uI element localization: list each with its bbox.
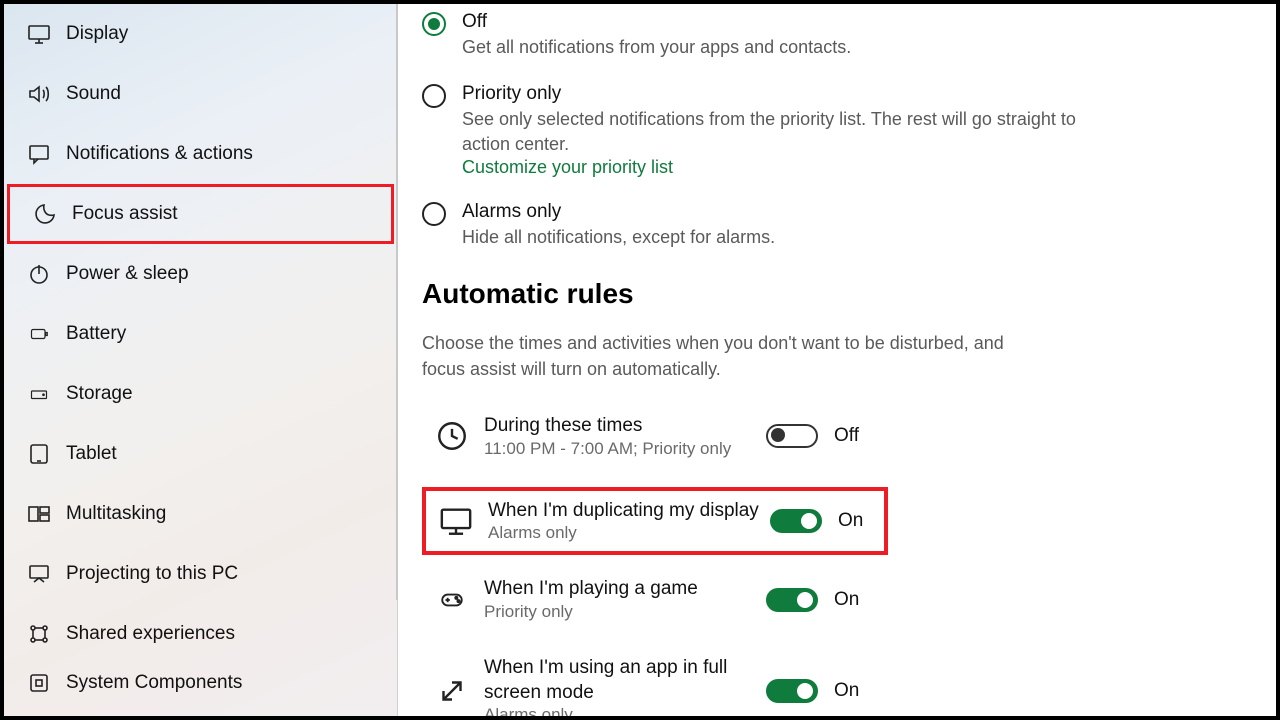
- monitor-icon: [26, 21, 52, 47]
- sidebar-item-shared-experiences[interactable]: Shared experiences: [4, 604, 397, 664]
- sidebar-item-focus-assist[interactable]: Focus assist: [7, 184, 394, 244]
- sidebar-item-tablet[interactable]: Tablet: [4, 424, 397, 484]
- automatic-rules-desc: Choose the times and activities when you…: [422, 330, 1022, 382]
- sidebar-item-label: Display: [66, 23, 128, 45]
- rule-duplicating-display[interactable]: When I'm duplicating my display Alarms o…: [432, 499, 878, 544]
- toggle-state-label: On: [838, 510, 863, 532]
- toggle-duplicating-display[interactable]: [770, 509, 822, 533]
- radio-selected-icon: [422, 12, 446, 36]
- moon-icon: [32, 201, 58, 227]
- toggle-state-label: On: [834, 589, 859, 611]
- rule-playing-game[interactable]: When I'm playing a game Priority only On: [422, 571, 1252, 628]
- storage-icon: [26, 381, 52, 407]
- sidebar-item-power-sleep[interactable]: Power & sleep: [4, 244, 397, 304]
- sidebar-item-multitasking[interactable]: Multitasking: [4, 484, 397, 544]
- rule-during-these-times[interactable]: During these times 11:00 PM - 7:00 AM; P…: [422, 408, 1252, 465]
- rule-full-screen-mode[interactable]: When I'm using an app in full screen mod…: [422, 650, 1252, 716]
- sidebar-item-label: Focus assist: [72, 203, 178, 225]
- gamepad-icon: [432, 580, 472, 620]
- message-icon: [26, 141, 52, 167]
- sidebar-item-label: Power & sleep: [66, 263, 189, 285]
- radio-icon: [422, 84, 446, 108]
- components-icon: [26, 670, 52, 696]
- option-desc: Get all notifications from your apps and…: [462, 35, 851, 60]
- sidebar-item-system-components[interactable]: System Components: [4, 664, 397, 702]
- sound-icon: [26, 81, 52, 107]
- toggle-state-label: On: [834, 680, 859, 702]
- sidebar-item-label: Shared experiences: [66, 623, 235, 645]
- shared-icon: [26, 621, 52, 647]
- expand-icon: [432, 671, 472, 711]
- option-desc: Hide all notifications, except for alarm…: [462, 225, 775, 250]
- option-title: Alarms only: [462, 200, 775, 225]
- focus-option-alarms-only[interactable]: Alarms only Hide all notifications, exce…: [422, 200, 1252, 250]
- sidebar-item-display[interactable]: Display: [4, 4, 397, 64]
- radio-icon: [422, 202, 446, 226]
- sidebar-item-label: Projecting to this PC: [66, 563, 238, 585]
- tablet-icon: [26, 441, 52, 467]
- settings-window: Display Sound Notifications & actions Fo…: [0, 0, 1280, 720]
- rule-title: When I'm using an app in full screen mod…: [484, 656, 766, 705]
- rule-sub: 11:00 PM - 7:00 AM; Priority only: [484, 439, 766, 459]
- automatic-rules-heading: Automatic rules: [422, 278, 1252, 310]
- toggle-during-times[interactable]: [766, 424, 818, 448]
- main-panel: Off Get all notifications from your apps…: [398, 4, 1276, 716]
- option-title: Priority only: [462, 82, 1082, 107]
- power-icon: [26, 261, 52, 287]
- toggle-full-screen[interactable]: [766, 679, 818, 703]
- rule-sub: Alarms only: [488, 523, 770, 543]
- projecting-icon: [26, 561, 52, 587]
- rule-sub: Priority only: [484, 602, 766, 622]
- rule-title: When I'm playing a game: [484, 577, 766, 602]
- sidebar-item-notifications[interactable]: Notifications & actions: [4, 124, 397, 184]
- sidebar-item-battery[interactable]: Battery: [4, 304, 397, 364]
- sidebar-item-label: Storage: [66, 383, 133, 405]
- sidebar-item-sound[interactable]: Sound: [4, 64, 397, 124]
- sidebar-item-label: Notifications & actions: [66, 143, 253, 165]
- sidebar-item-label: Tablet: [66, 443, 117, 465]
- sidebar-item-label: System Components: [66, 672, 242, 694]
- focus-option-off[interactable]: Off Get all notifications from your apps…: [422, 10, 1252, 60]
- sidebar-item-label: Battery: [66, 323, 126, 345]
- sidebar-item-storage[interactable]: Storage: [4, 364, 397, 424]
- customize-priority-link[interactable]: Customize your priority list: [462, 157, 1082, 178]
- battery-icon: [26, 321, 52, 347]
- option-title: Off: [462, 10, 851, 35]
- sidebar-item-label: Sound: [66, 83, 121, 105]
- sidebar-item-projecting[interactable]: Projecting to this PC: [4, 544, 397, 604]
- clock-icon: [432, 416, 472, 456]
- sidebar-item-label: Multitasking: [66, 503, 166, 525]
- highlighted-rule-box: When I'm duplicating my display Alarms o…: [422, 487, 888, 556]
- focus-option-priority-only[interactable]: Priority only See only selected notifica…: [422, 82, 1252, 178]
- sidebar: Display Sound Notifications & actions Fo…: [4, 4, 398, 716]
- monitor-icon: [436, 501, 476, 541]
- rule-sub: Alarms only: [484, 705, 766, 716]
- toggle-state-label: Off: [834, 425, 859, 447]
- rule-title: During these times: [484, 414, 766, 439]
- toggle-playing-game[interactable]: [766, 588, 818, 612]
- rule-title: When I'm duplicating my display: [488, 499, 770, 524]
- option-desc: See only selected notifications from the…: [462, 107, 1082, 157]
- multitasking-icon: [26, 501, 52, 527]
- sidebar-divider: [396, 4, 398, 600]
